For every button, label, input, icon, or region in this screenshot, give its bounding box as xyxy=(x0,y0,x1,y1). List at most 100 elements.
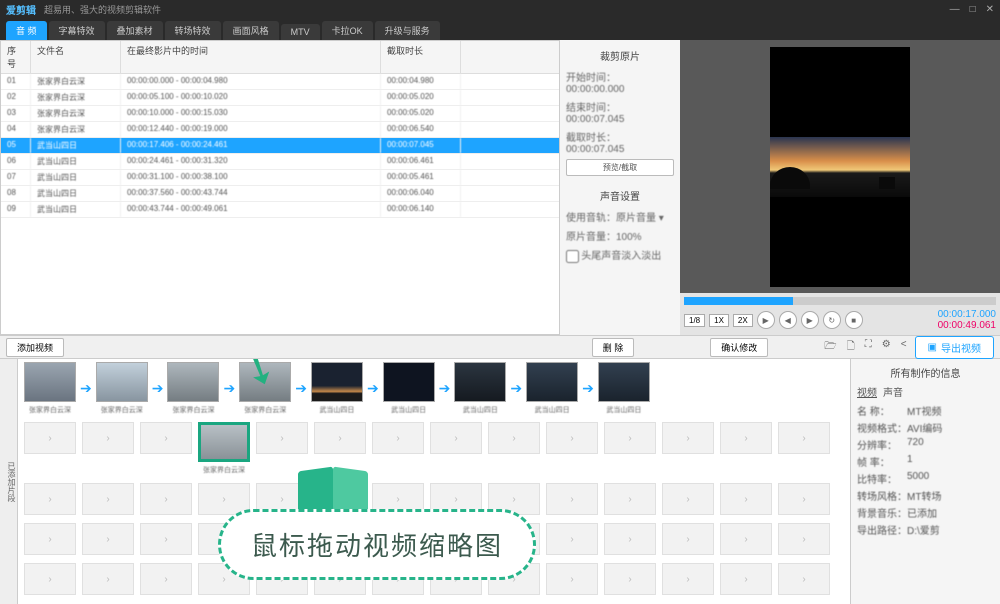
delete-button[interactable]: 删 除 xyxy=(592,338,635,357)
empty-slot[interactable]: › xyxy=(778,523,830,555)
empty-slot[interactable]: › xyxy=(140,563,192,595)
empty-slot[interactable]: › xyxy=(314,422,366,454)
empty-slot[interactable]: › xyxy=(430,422,482,454)
clip-thumb[interactable] xyxy=(598,362,650,402)
fade-checkbox[interactable] xyxy=(566,250,579,263)
transition-arrow-icon[interactable]: ➔ xyxy=(439,380,451,397)
empty-slot[interactable]: › xyxy=(720,563,772,595)
export-button[interactable]: ▣ 导出视频 xyxy=(915,336,994,359)
info-tab-audio[interactable]: 声音 xyxy=(883,384,903,399)
clip-thumb[interactable] xyxy=(311,362,363,402)
empty-slot[interactable]: › xyxy=(140,422,192,454)
loop-button[interactable]: ↻ xyxy=(823,311,841,329)
empty-slot[interactable]: › xyxy=(24,523,76,555)
empty-slot[interactable]: › xyxy=(82,422,134,454)
empty-slot[interactable]: › xyxy=(604,483,656,515)
clip-thumb[interactable] xyxy=(454,362,506,402)
empty-slot[interactable]: › xyxy=(546,422,598,454)
settings-icon[interactable]: ⚙ xyxy=(882,339,891,356)
clip-thumb[interactable] xyxy=(24,362,76,402)
next-frame-button[interactable]: ▶ xyxy=(801,311,819,329)
empty-slot[interactable]: › xyxy=(662,483,714,515)
volume-slider[interactable]: 原片音量：100% xyxy=(566,228,674,243)
table-row[interactable]: 05武当山四日00:00:17.406 - 00:00:24.46100:00:… xyxy=(1,138,559,154)
empty-slot[interactable]: › xyxy=(604,523,656,555)
empty-slot[interactable]: › xyxy=(778,483,830,515)
table-row[interactable]: 08武当山四日00:00:37.560 - 00:00:43.74400:00:… xyxy=(1,186,559,202)
scrub-bar[interactable] xyxy=(684,297,996,305)
transition-arrow-icon[interactable]: ➔ xyxy=(223,380,235,397)
tab-audio[interactable]: 音 频 xyxy=(6,21,47,40)
table-row[interactable]: 03张家界白云深00:00:10.000 - 00:00:15.03000:00… xyxy=(1,106,559,122)
empty-slot[interactable]: › xyxy=(778,563,830,595)
empty-slot[interactable]: › xyxy=(140,523,192,555)
empty-slot[interactable]: › xyxy=(720,422,772,454)
tab-overlay[interactable]: 叠加素材 xyxy=(107,21,163,40)
empty-slot[interactable]: › xyxy=(372,422,424,454)
fullscreen-icon[interactable]: ⛶ xyxy=(865,339,872,356)
share-icon[interactable]: < xyxy=(901,339,907,356)
table-row[interactable]: 04张家界白云深00:00:12.440 - 00:00:19.00000:00… xyxy=(1,122,559,138)
empty-slot[interactable]: › xyxy=(256,422,308,454)
dragged-thumb[interactable] xyxy=(198,422,250,462)
empty-slot[interactable]: › xyxy=(604,563,656,595)
empty-slot[interactable]: › xyxy=(720,483,772,515)
play-button[interactable]: ▶ xyxy=(757,311,775,329)
clip-thumb[interactable] xyxy=(96,362,148,402)
table-row[interactable]: 07武当山四日00:00:31.100 - 00:00:38.10000:00:… xyxy=(1,170,559,186)
info-tab-video[interactable]: 视频 xyxy=(857,384,877,399)
confirm-button[interactable]: 确认修改 xyxy=(710,338,768,357)
tab-transition[interactable]: 转场特效 xyxy=(165,21,221,40)
prev-frame-button[interactable]: ◀ xyxy=(779,311,797,329)
preview-cut-button[interactable]: 预览/截取 xyxy=(566,159,674,176)
tab-karaoke[interactable]: 卡拉OK xyxy=(322,21,373,40)
tab-subtitle[interactable]: 字幕特效 xyxy=(49,21,105,40)
stop-button[interactable]: ■ xyxy=(845,311,863,329)
table-row[interactable]: 02张家界白云深00:00:05.100 - 00:00:10.02000:00… xyxy=(1,90,559,106)
minimize-icon[interactable]: — xyxy=(950,4,960,15)
timeline-grid[interactable]: 张家界白云深➔张家界白云深➔张家界白云深➔张家界白云深➔武当山四日➔武当山四日➔… xyxy=(18,359,850,604)
empty-slot[interactable]: › xyxy=(24,422,76,454)
empty-slot[interactable]: › xyxy=(140,483,192,515)
speed-2x[interactable]: 2X xyxy=(733,314,753,327)
close-icon[interactable]: ✕ xyxy=(986,4,994,15)
empty-slot[interactable]: › xyxy=(82,483,134,515)
transition-arrow-icon[interactable]: ➔ xyxy=(295,380,307,397)
speed-1x[interactable]: 1X xyxy=(709,314,729,327)
empty-slot[interactable]: › xyxy=(488,422,540,454)
transition-arrow-icon[interactable]: ➔ xyxy=(367,380,379,397)
empty-slot[interactable]: › xyxy=(546,483,598,515)
empty-slot[interactable]: › xyxy=(778,422,830,454)
table-row[interactable]: 01张家界白云深00:00:00.000 - 00:00:04.98000:00… xyxy=(1,74,559,90)
empty-slot[interactable]: › xyxy=(546,563,598,595)
empty-slot[interactable]: › xyxy=(662,422,714,454)
transition-arrow-icon[interactable]: ➔ xyxy=(80,380,92,397)
empty-slot[interactable]: › xyxy=(662,563,714,595)
clip-thumb[interactable] xyxy=(383,362,435,402)
table-row[interactable]: 09武当山四日00:00:43.744 - 00:00:49.06100:00:… xyxy=(1,202,559,218)
maximize-icon[interactable]: □ xyxy=(970,4,976,15)
folder-icon[interactable]: 🗁 xyxy=(824,339,836,356)
empty-slot[interactable]: › xyxy=(82,523,134,555)
speed-eighth[interactable]: 1/8 xyxy=(684,314,705,327)
preview-viewport[interactable] xyxy=(680,40,1000,293)
clip-thumb[interactable] xyxy=(526,362,578,402)
empty-slot[interactable]: › xyxy=(662,523,714,555)
tab-style[interactable]: 画面风格 xyxy=(223,21,279,40)
empty-slot[interactable]: › xyxy=(720,523,772,555)
transition-arrow-icon[interactable]: ➔ xyxy=(582,380,594,397)
add-video-button[interactable]: 添加视频 xyxy=(6,338,64,357)
empty-slot[interactable]: › xyxy=(24,563,76,595)
snapshot-icon[interactable]: 🗋 xyxy=(847,339,855,356)
track-select[interactable]: 使用音轨：原片音量 ▾ xyxy=(566,209,674,224)
empty-slot[interactable]: › xyxy=(604,422,656,454)
clip-thumb[interactable] xyxy=(167,362,219,402)
empty-slot[interactable]: › xyxy=(24,483,76,515)
empty-slot[interactable]: › xyxy=(546,523,598,555)
transition-arrow-icon[interactable]: ➔ xyxy=(510,380,522,397)
tab-mtv[interactable]: MTV xyxy=(281,24,320,40)
table-row[interactable]: 06武当山四日00:00:24.461 - 00:00:31.32000:00:… xyxy=(1,154,559,170)
transition-arrow-icon[interactable]: ➔ xyxy=(152,380,164,397)
empty-slot[interactable]: › xyxy=(82,563,134,595)
tab-upgrade[interactable]: 升级与服务 xyxy=(375,21,440,40)
